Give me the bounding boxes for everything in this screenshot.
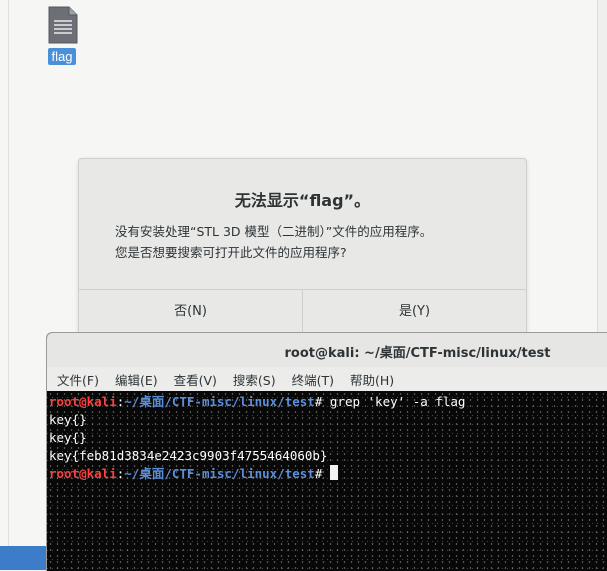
text-file-icon	[45, 6, 79, 44]
terminal-window: root@kali: ~/桌面/CTF-misc/linux/test 文件(F…	[46, 332, 607, 571]
output-line: key{}	[49, 412, 87, 427]
command-line: root@kali:~/桌面/CTF-misc/linux/test# grep…	[49, 393, 607, 411]
prompt-user: root@kali	[49, 394, 117, 409]
file-label: flag	[47, 48, 77, 65]
dialog-message-line2: 您是否想要搜索可打开此文件的应用程序?	[115, 245, 347, 260]
prompt-user: root@kali	[49, 466, 117, 481]
menu-edit[interactable]: 编辑(E)	[115, 370, 158, 389]
dialog-title: 无法显示“flag”。	[234, 191, 371, 210]
text-cursor	[329, 465, 338, 480]
output-line: key{}	[49, 430, 87, 445]
prompt-path: ~/桌面/CTF-misc/linux/test	[124, 394, 315, 409]
menu-help[interactable]: 帮助(H)	[350, 370, 394, 389]
menu-terminal[interactable]: 终端(T)	[292, 370, 334, 389]
prompt-symbol: #	[314, 394, 330, 409]
terminal-title: root@kali: ~/桌面/CTF-misc/linux/test	[284, 346, 551, 361]
no-button[interactable]: 否(N)	[79, 290, 302, 335]
dialog-message: 没有安装处理“STL 3D 模型（二进制）”文件的应用程序。 您是否想要搜索可打…	[115, 221, 432, 263]
yes-button[interactable]: 是(Y)	[302, 290, 526, 335]
cannot-open-dialog: 无法显示“flag”。 没有安装处理“STL 3D 模型（二进制）”文件的应用程…	[78, 158, 527, 335]
prompt-path: ~/桌面/CTF-misc/linux/test	[124, 466, 315, 481]
terminal-menubar: 文件(F) 编辑(E) 查看(V) 搜索(S) 终端(T) 帮助(H)	[47, 367, 607, 391]
terminal-titlebar[interactable]: root@kali: ~/桌面/CTF-misc/linux/test	[47, 333, 607, 368]
desktop-divider	[8, 0, 9, 570]
prompt-symbol: #	[314, 466, 330, 481]
menu-file[interactable]: 文件(F)	[57, 370, 99, 389]
terminal-body[interactable]: root@kali:~/桌面/CTF-misc/linux/test# grep…	[47, 391, 607, 571]
command-text: grep 'key' -a flag	[329, 394, 466, 409]
dialog-message-line1: 没有安装处理“STL 3D 模型（二进制）”文件的应用程序。	[115, 224, 433, 239]
file-flag[interactable]: flag	[44, 6, 80, 65]
output-line: key{feb81d3834e2423c9903f4755464060b}	[49, 448, 328, 463]
active-prompt-line: root@kali:~/桌面/CTF-misc/linux/test#	[49, 465, 607, 483]
menu-search[interactable]: 搜索(S)	[233, 370, 276, 389]
panel-strip	[0, 546, 46, 570]
menu-view[interactable]: 查看(V)	[174, 370, 217, 389]
dialog-button-row: 否(N) 是(Y)	[79, 289, 526, 335]
